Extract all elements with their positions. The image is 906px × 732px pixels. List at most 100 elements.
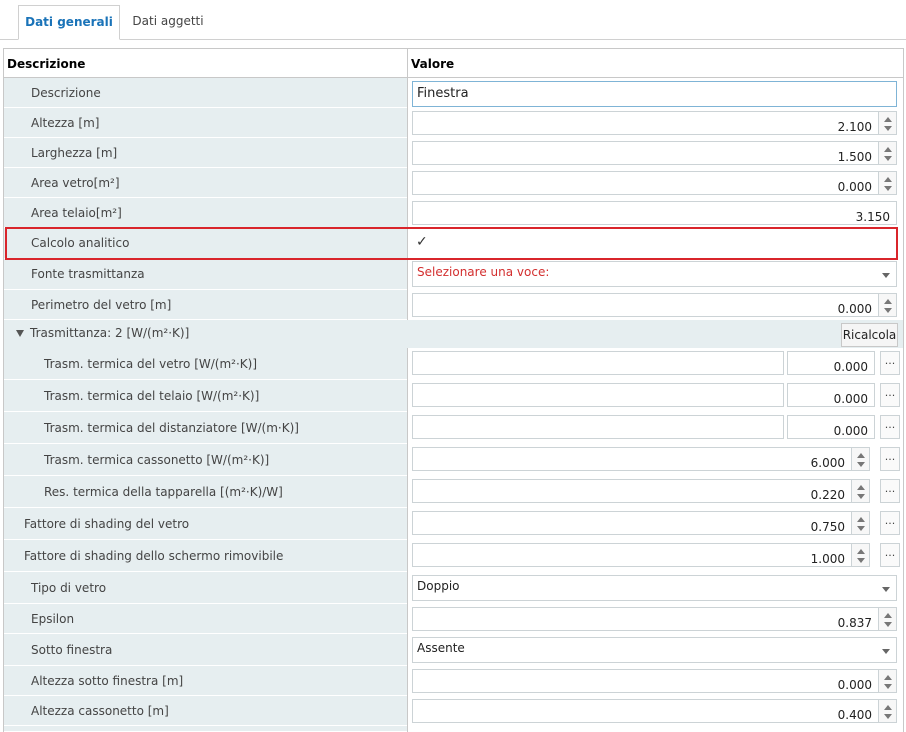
spin-down-icon[interactable] [857, 558, 865, 563]
altezza-cassonetto-spinner[interactable] [879, 699, 897, 723]
spin-up-icon[interactable] [884, 613, 892, 618]
spin-up-icon[interactable] [857, 517, 865, 522]
label-trasm-vetro: Trasm. termica del vetro [W/(m²·K)] [44, 356, 258, 371]
spin-up-icon[interactable] [884, 299, 892, 304]
altezza-sotto-finestra-input[interactable]: 0.000 [412, 669, 879, 693]
trasm-vetro-text[interactable] [412, 351, 784, 375]
area-vetro-input[interactable]: 0.000 [412, 171, 879, 195]
epsilon-spinner[interactable] [879, 607, 897, 631]
trasm-distanziatore-more-button[interactable]: ... [880, 415, 900, 439]
property-grid: Descrizione Valore Descrizione Finestra … [3, 48, 904, 732]
shading-vetro-more-button[interactable]: ... [880, 511, 900, 535]
perimetro-vetro-spinner[interactable] [879, 293, 897, 317]
group-trasmittanza[interactable]: Trasmittanza: 2 [W/(m²·K)] Ricalcola [4, 320, 903, 348]
row-calcolo-analitico: Calcolo analitico ✓ [4, 228, 903, 259]
altezza-sotto-finestra-spinner[interactable] [879, 669, 897, 693]
spin-down-icon[interactable] [884, 186, 892, 191]
fonte-trasmittanza-select[interactable]: Selezionare una voce: [412, 261, 897, 287]
spin-up-icon[interactable] [884, 117, 892, 122]
grid-header: Descrizione Valore [4, 48, 903, 79]
label-shading-schermo: Fattore di shading dello schermo rimovib… [24, 548, 284, 563]
spin-down-icon[interactable] [884, 684, 892, 689]
row-trasm-vetro: Trasm. termica del vetro [W/(m²·K)] 0.00… [4, 348, 903, 380]
spin-down-icon[interactable] [884, 714, 892, 719]
shading-schermo-more-button[interactable]: ... [880, 543, 900, 567]
larghezza-input[interactable]: 1.500 [412, 141, 879, 165]
collapse-triangle-icon[interactable] [16, 330, 24, 337]
larghezza-spinner[interactable] [879, 141, 897, 165]
spin-down-icon[interactable] [857, 494, 865, 499]
row-sotto-finestra: Sotto finestra Assente [4, 634, 903, 666]
spin-down-icon[interactable] [857, 526, 865, 531]
row-epsilon: Epsilon 0.837 [4, 604, 903, 634]
shading-vetro-spinner[interactable] [852, 511, 870, 535]
spin-down-icon[interactable] [884, 308, 892, 313]
shading-schermo-input[interactable]: 1.000 [412, 543, 852, 567]
row-res-tapparella: Res. termica della tapparella [(m²·K)/W]… [4, 476, 903, 508]
res-tapparella-input[interactable]: 0.220 [412, 479, 852, 503]
ricalcola-button[interactable]: Ricalcola [841, 323, 898, 347]
label-trasmittanza-group: Trasmittanza: 2 [W/(m²·K)] [30, 326, 190, 340]
chevron-down-icon[interactable] [882, 587, 890, 592]
trasm-telaio-value[interactable]: 0.000 [787, 383, 875, 407]
spin-down-icon[interactable] [857, 462, 865, 467]
shading-vetro-input[interactable]: 0.750 [412, 511, 852, 535]
calcolo-analitico-checkbox[interactable]: ✓ [416, 234, 428, 250]
shading-schermo-spinner[interactable] [852, 543, 870, 567]
spin-up-icon[interactable] [884, 147, 892, 152]
row-trasm-distanziatore: Trasm. termica del distanziatore [W/(m·K… [4, 412, 903, 444]
label-perimetro-vetro: Perimetro del vetro [m] [31, 297, 172, 312]
row-shading-schermo: Fattore di shading dello schermo rimovib… [4, 540, 903, 572]
sotto-finestra-value: Assente [417, 641, 465, 655]
trasm-cassonetto-spinner[interactable] [852, 447, 870, 471]
spin-down-icon[interactable] [884, 622, 892, 627]
label-area-telaio: Area telaio[m²] [31, 205, 122, 220]
row-fonte-trasmittanza: Fonte trasmittanza Selezionare una voce: [4, 259, 903, 290]
altezza-cassonetto-input[interactable]: 0.400 [412, 699, 879, 723]
trasm-distanziatore-value[interactable]: 0.000 [787, 415, 875, 439]
label-shading-vetro: Fattore di shading del vetro [24, 516, 190, 531]
label-tipo-vetro: Tipo di vetro [31, 580, 107, 595]
epsilon-input[interactable]: 0.837 [412, 607, 879, 631]
altezza-input[interactable]: 2.100 [412, 111, 879, 135]
altezza-spinner[interactable] [879, 111, 897, 135]
trasm-distanziatore-text[interactable] [412, 415, 784, 439]
spin-up-icon[interactable] [857, 485, 865, 490]
spin-up-icon[interactable] [884, 705, 892, 710]
sotto-finestra-select[interactable]: Assente [412, 637, 897, 663]
label-trasm-telaio: Trasm. termica del telaio [W/(m²·K)] [44, 388, 260, 403]
chevron-down-icon[interactable] [882, 649, 890, 654]
trasm-vetro-more-button[interactable]: ... [880, 351, 900, 375]
res-tapparella-spinner[interactable] [852, 479, 870, 503]
trasm-cassonetto-input[interactable]: 6.000 [412, 447, 852, 471]
header-valore: Valore [411, 57, 455, 71]
row-partial [4, 726, 903, 732]
tipo-vetro-value: Doppio [417, 579, 460, 593]
trasm-telaio-more-button[interactable]: ... [880, 383, 900, 407]
label-altezza: Altezza [m] [31, 115, 100, 130]
spin-up-icon[interactable] [884, 177, 892, 182]
tab-dati-aggetti[interactable]: Dati aggetti [122, 5, 214, 40]
chevron-down-icon[interactable] [882, 273, 890, 278]
spin-up-icon[interactable] [857, 549, 865, 554]
descrizione-input[interactable]: Finestra [412, 81, 897, 107]
perimetro-vetro-input[interactable]: 0.000 [412, 293, 879, 317]
tipo-vetro-select[interactable]: Doppio [412, 575, 897, 601]
trasm-cassonetto-more-button[interactable]: ... [880, 447, 900, 471]
row-area-telaio: Area telaio[m²] 3.150 [4, 198, 903, 228]
spin-up-icon[interactable] [857, 453, 865, 458]
label-altezza-sotto-finestra: Altezza sotto finestra [m] [31, 673, 184, 688]
res-tapparella-more-button[interactable]: ... [880, 479, 900, 503]
label-altezza-cassonetto: Altezza cassonetto [m] [31, 703, 169, 718]
area-telaio-value: 3.150 [412, 201, 897, 225]
label-trasm-distanziatore: Trasm. termica del distanziatore [W/(m·K… [44, 420, 299, 435]
spin-up-icon[interactable] [884, 675, 892, 680]
spin-down-icon[interactable] [884, 126, 892, 131]
tab-dati-generali[interactable]: Dati generali [18, 5, 120, 40]
label-trasm-cassonetto: Trasm. termica cassonetto [W/(m²·K)] [44, 452, 270, 467]
spin-down-icon[interactable] [884, 156, 892, 161]
row-altezza-sotto-finestra: Altezza sotto finestra [m] 0.000 [4, 666, 903, 696]
trasm-telaio-text[interactable] [412, 383, 784, 407]
area-vetro-spinner[interactable] [879, 171, 897, 195]
trasm-vetro-value[interactable]: 0.000 [787, 351, 875, 375]
